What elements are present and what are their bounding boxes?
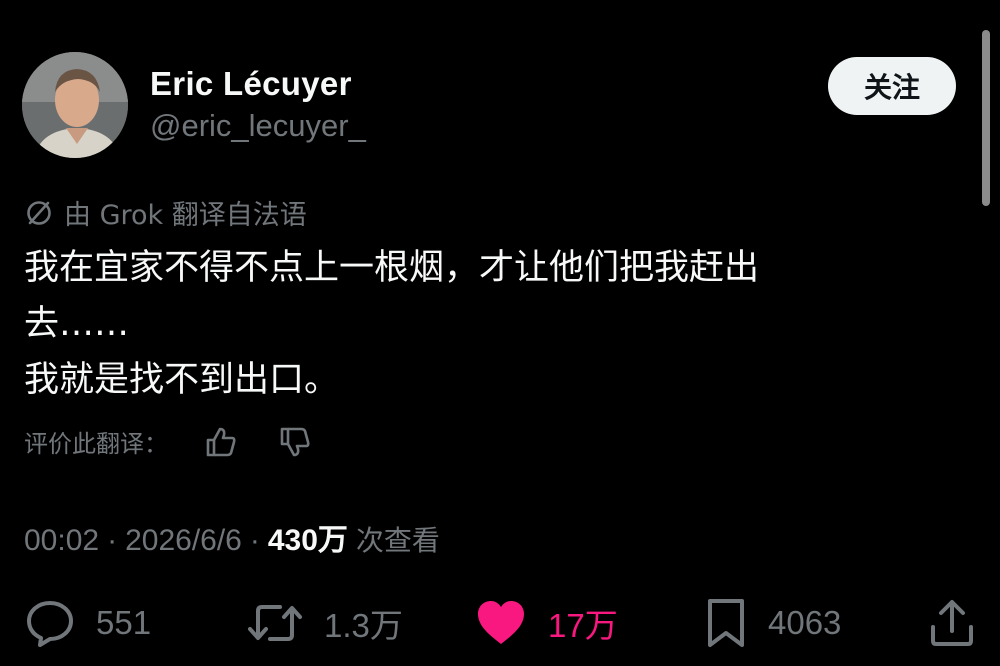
reply-button[interactable]: 551	[24, 595, 151, 651]
heart-filled-icon	[478, 601, 524, 644]
translation-note[interactable]: 由 Grok 翻译自法语	[24, 193, 307, 232]
tweet-text: 我在宜家不得不点上一根烟，才让他们把我赶出 去…… 我就是找不到出口。	[24, 240, 924, 408]
retweet-count: 1.3万	[324, 607, 403, 644]
retweet-arrows-icon	[248, 605, 302, 641]
avatar[interactable]	[22, 52, 128, 158]
tweet-detail: Eric Lécuyer @eric_lecuyer_ 关注 由 Grok 翻译…	[0, 0, 1000, 666]
bookmark-button[interactable]: 4063	[704, 595, 841, 651]
tweet-text-line: 我就是找不到出口。	[24, 360, 340, 400]
rate-translation-label: 评价此翻译：	[24, 430, 168, 458]
meta-separator: ·	[107, 524, 118, 557]
action-bar: 551 1.3万 17万 4063	[0, 595, 1000, 651]
views-label: 次查看	[355, 524, 440, 557]
author-names: Eric Lécuyer @eric_lecuyer_	[150, 64, 366, 146]
like-button[interactable]: 17万	[474, 595, 618, 651]
rate-translation: 评价此翻译：	[24, 424, 312, 459]
globe-slash-icon	[27, 200, 51, 225]
tweet-text-line: 我在宜家不得不点上一根烟，才让他们把我赶出	[24, 248, 760, 288]
meta-separator: ·	[249, 524, 260, 557]
share-button[interactable]	[928, 595, 976, 651]
retweet-button[interactable]: 1.3万	[246, 595, 403, 651]
tweet-header: Eric Lécuyer @eric_lecuyer_	[22, 52, 366, 158]
author-display-name[interactable]: Eric Lécuyer	[150, 64, 366, 104]
speech-bubble-icon	[27, 601, 73, 647]
tweet-time[interactable]: 00:02	[24, 524, 99, 558]
thumbs-up-icon[interactable]	[204, 425, 238, 459]
views-count[interactable]: 430万	[268, 515, 348, 559]
author-handle[interactable]: @eric_lecuyer_	[150, 106, 366, 146]
bookmark-count: 4063	[768, 604, 842, 641]
tweet-text-line: 去……	[24, 304, 130, 344]
scrollbar[interactable]	[982, 30, 990, 206]
share-upload-icon	[931, 600, 973, 646]
like-count: 17万	[548, 607, 618, 644]
bookmark-icon	[708, 599, 744, 647]
reply-count: 551	[96, 604, 152, 641]
thumbs-down-icon[interactable]	[278, 425, 312, 459]
translation-note-text: 由 Grok 翻译自法语	[64, 200, 307, 231]
follow-button[interactable]: 关注	[828, 57, 956, 115]
tweet-date[interactable]: 2026/6/6	[125, 524, 242, 558]
tweet-meta: 00:02 · 2026/6/6 · 430万 次查看	[24, 515, 440, 559]
